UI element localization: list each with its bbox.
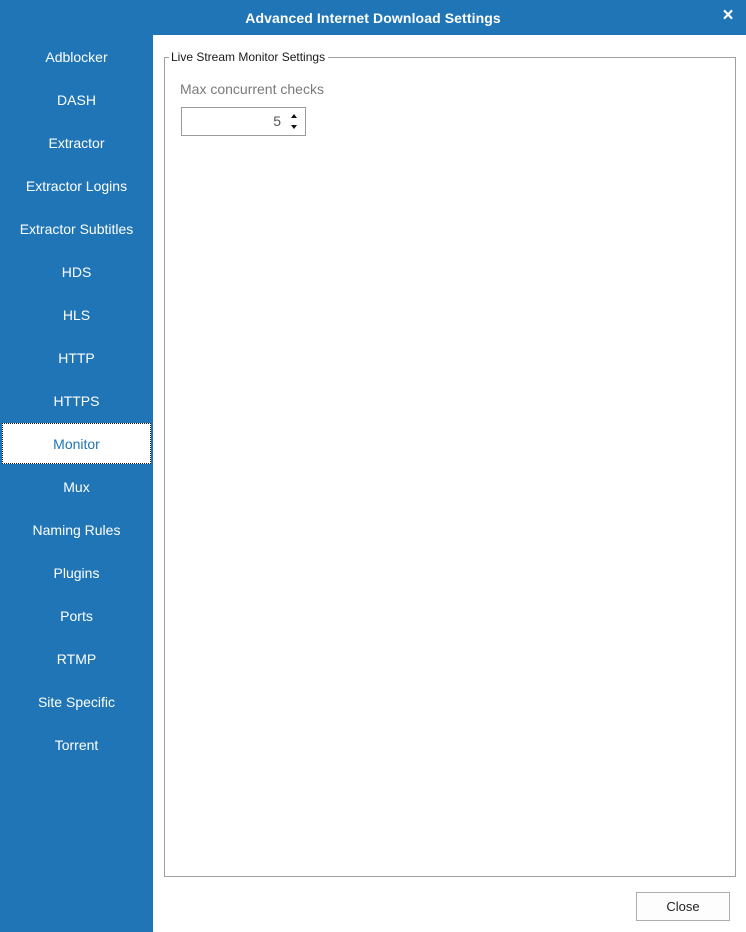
- sidebar-item-label: Plugins: [53, 564, 100, 581]
- sidebar-item-http[interactable]: HTTP: [0, 336, 153, 379]
- sidebar-item-rtmp[interactable]: RTMP: [0, 637, 153, 680]
- sidebar-item-monitor[interactable]: Monitor: [2, 423, 151, 464]
- sidebar-item-label: Monitor: [53, 435, 100, 452]
- sidebar-item-hls[interactable]: HLS: [0, 293, 153, 336]
- sidebar-item-label: Extractor Logins: [25, 177, 128, 194]
- sidebar-item-extractor-logins[interactable]: Extractor Logins: [0, 164, 153, 207]
- sidebar-item-site-specific[interactable]: Site Specific: [0, 680, 153, 723]
- max-concurrent-checks-stepper[interactable]: 5: [181, 107, 306, 136]
- sidebar-item-torrent[interactable]: Torrent: [0, 723, 153, 766]
- group-title: Live Stream Monitor Settings: [169, 48, 329, 66]
- stepper-arrows: [289, 111, 301, 133]
- sidebar: Adblocker DASH Extractor Extractor Login…: [0, 35, 153, 932]
- window-title: Advanced Internet Download Settings: [245, 9, 501, 26]
- sidebar-item-label: Naming Rules: [32, 521, 121, 538]
- sidebar-item-label: Adblocker: [45, 48, 108, 65]
- sidebar-item-label: Torrent: [54, 736, 99, 753]
- sidebar-item-label: HDS: [61, 263, 92, 280]
- sidebar-item-dash[interactable]: DASH: [0, 78, 153, 121]
- settings-panel: Live Stream Monitor Settings Max concurr…: [153, 35, 746, 932]
- sidebar-item-label: HTTP: [58, 349, 95, 366]
- sidebar-item-hds[interactable]: HDS: [0, 250, 153, 293]
- increment-arrow-icon[interactable]: [291, 114, 297, 118]
- sidebar-item-label: DASH: [57, 91, 96, 108]
- sidebar-item-extractor-subtitles[interactable]: Extractor Subtitles: [0, 207, 153, 250]
- sidebar-item-label: Mux: [63, 478, 90, 495]
- sidebar-item-label: HLS: [62, 306, 91, 323]
- sidebar-item-naming-rules[interactable]: Naming Rules: [0, 508, 153, 551]
- sidebar-item-extractor[interactable]: Extractor: [0, 121, 153, 164]
- close-button[interactable]: Close: [636, 892, 730, 921]
- sidebar-item-https[interactable]: HTTPS: [0, 379, 153, 422]
- sidebar-item-label: RTMP: [56, 650, 97, 667]
- decrement-arrow-icon[interactable]: [291, 125, 297, 129]
- title-bar: Advanced Internet Download Settings ×: [0, 0, 746, 35]
- sidebar-item-label: HTTPS: [53, 392, 100, 409]
- sidebar-item-adblocker[interactable]: Adblocker: [0, 35, 153, 78]
- sidebar-item-mux[interactable]: Mux: [0, 465, 153, 508]
- sidebar-item-label: Extractor: [48, 134, 105, 151]
- live-stream-monitor-group: Live Stream Monitor Settings Max concurr…: [164, 48, 736, 877]
- sidebar-item-ports[interactable]: Ports: [0, 594, 153, 637]
- sidebar-item-label: Extractor Subtitles: [19, 220, 134, 237]
- sidebar-item-label: Ports: [60, 607, 93, 624]
- sidebar-item-label: Site Specific: [37, 693, 116, 710]
- max-concurrent-checks-label: Max concurrent checks: [180, 81, 324, 97]
- close-icon[interactable]: ×: [719, 6, 737, 25]
- stepper-value[interactable]: 5: [273, 113, 281, 129]
- sidebar-item-plugins[interactable]: Plugins: [0, 551, 153, 594]
